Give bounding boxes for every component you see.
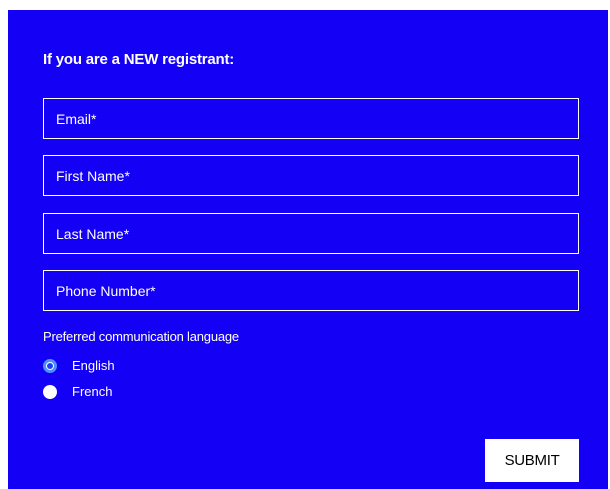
last-name-field[interactable] xyxy=(43,213,579,254)
email-field[interactable] xyxy=(43,98,579,139)
form-heading: If you are a NEW registrant: xyxy=(43,51,235,68)
submit-button[interactable]: SUBMIT xyxy=(485,439,579,482)
radio-option-french[interactable]: French xyxy=(43,384,112,399)
radio-english[interactable] xyxy=(43,358,57,373)
phone-number-field[interactable] xyxy=(43,270,579,311)
first-name-field[interactable] xyxy=(43,155,579,196)
registration-panel: If you are a NEW registrant: Preferred c… xyxy=(8,10,608,489)
language-label: Preferred communication language xyxy=(43,329,239,344)
radio-english-label: English xyxy=(72,358,115,373)
radio-french[interactable] xyxy=(43,384,57,399)
radio-option-english[interactable]: English xyxy=(43,358,115,373)
radio-french-label: French xyxy=(72,384,113,399)
